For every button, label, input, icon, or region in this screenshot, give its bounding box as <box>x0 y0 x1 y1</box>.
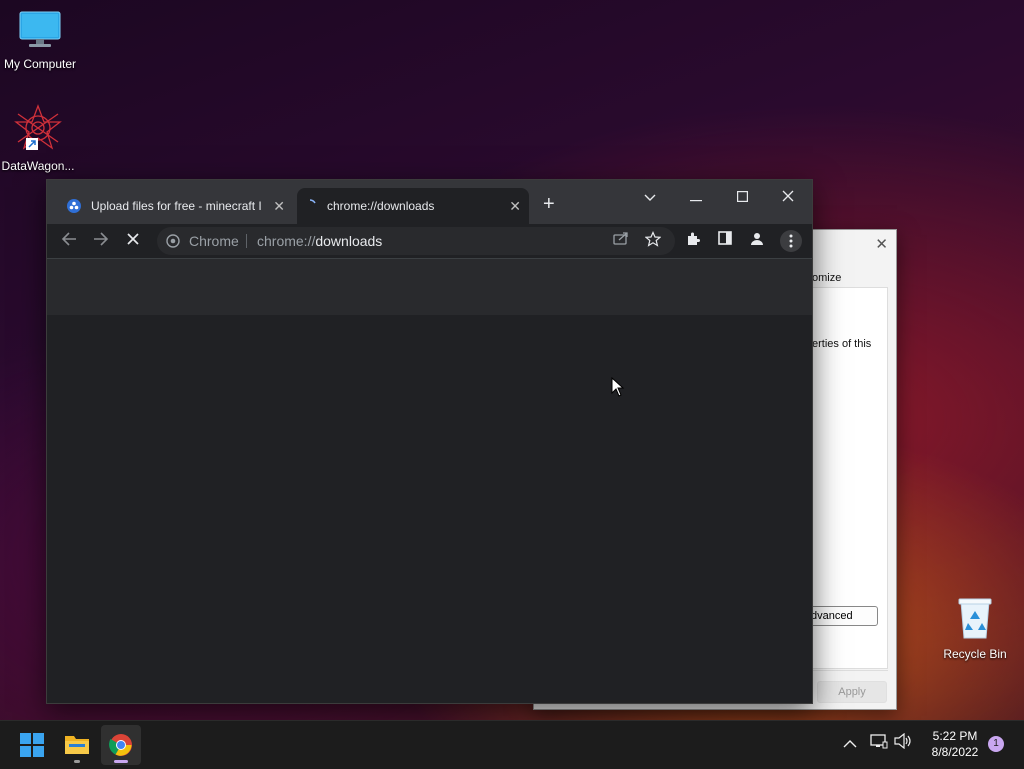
maximize-icon[interactable] <box>728 186 756 210</box>
address-divider <box>246 234 247 248</box>
datawagon-logo-icon <box>14 104 62 150</box>
chrome-icon <box>109 734 132 756</box>
browser-toolbar: Chrome chrome://downloads <box>47 224 812 258</box>
clock-time: 5:22 PM <box>932 729 978 743</box>
taskbar: 5:22 PM 8/8/2022 <box>0 720 1024 769</box>
chevron-up-icon[interactable] <box>843 721 857 769</box>
desktop-icon-label: Recycle Bin <box>943 647 1007 661</box>
tab-upload-files[interactable]: Upload files for free - minecraft I ✕ <box>61 188 293 224</box>
apply-button[interactable]: Apply <box>817 681 887 703</box>
clock-date: 8/8/2022 <box>931 745 979 759</box>
running-indicator <box>74 760 80 763</box>
dialog-divider <box>804 670 888 671</box>
upload-site-favicon <box>67 199 81 213</box>
back-icon[interactable] <box>59 231 79 251</box>
volume-icon[interactable] <box>894 721 912 769</box>
mouse-cursor-icon <box>611 377 625 397</box>
tab-title: Upload files for free - minecraft I <box>91 199 262 213</box>
active-indicator <box>114 760 128 763</box>
tab-close-icon[interactable]: ✕ <box>509 188 521 224</box>
taskbar-chrome[interactable] <box>101 725 141 765</box>
taskbar-file-explorer[interactable] <box>57 725 97 765</box>
tab-downloads[interactable]: chrome://downloads ✕ <box>297 188 529 224</box>
url-host: downloads <box>315 233 383 249</box>
forward-icon[interactable] <box>91 231 111 251</box>
loading-spinner-icon <box>309 199 316 204</box>
desktop-icon-label: DataWagon... <box>1 159 75 173</box>
close-icon[interactable]: ✕ <box>875 235 888 253</box>
desktop-icon-label: My Computer <box>3 57 77 71</box>
url-scheme: chrome:// <box>257 233 316 249</box>
desktop-icon-my-computer[interactable]: My Computer <box>0 10 80 71</box>
start-button[interactable] <box>12 725 52 765</box>
windows-start-icon <box>20 733 44 757</box>
menu-icon[interactable] <box>780 230 802 252</box>
recycle-bin-icon <box>958 598 992 639</box>
profile-icon[interactable] <box>747 231 767 251</box>
folder-icon <box>65 736 89 754</box>
tab-search-icon[interactable] <box>636 186 664 210</box>
stop-icon[interactable] <box>123 231 143 251</box>
monitor-icon <box>19 11 61 47</box>
address-bar[interactable]: Chrome chrome://downloads <box>157 227 675 255</box>
advanced-button[interactable]: dvanced <box>806 606 878 626</box>
side-panel-icon[interactable] <box>715 231 735 251</box>
downloads-content <box>47 315 812 703</box>
notification-badge[interactable]: 1 <box>988 736 1004 752</box>
chrome-window: Upload files for free - minecraft I ✕ ch… <box>46 179 813 704</box>
address-chip: Chrome <box>189 233 239 249</box>
share-icon[interactable] <box>611 231 631 251</box>
network-icon[interactable] <box>870 721 888 769</box>
chrome-page-icon <box>166 234 180 248</box>
downloads-header <box>47 258 812 316</box>
desktop-icon-recycle-bin[interactable]: Recycle Bin <box>935 596 1015 661</box>
tab-strip: Upload files for free - minecraft I ✕ ch… <box>47 180 812 224</box>
extensions-icon[interactable] <box>683 231 703 251</box>
clock[interactable]: 5:22 PM 8/8/2022 <box>920 728 990 760</box>
dialog-tab-fragment[interactable]: omize <box>812 272 841 284</box>
star-icon[interactable] <box>643 231 663 251</box>
dialog-text-fragment: erties of this <box>812 338 872 350</box>
close-window-icon[interactable] <box>774 186 802 210</box>
desktop-icon-datawagon[interactable]: DataWagon... <box>0 104 78 173</box>
address-url[interactable]: chrome://downloads <box>257 227 382 255</box>
tab-title: chrome://downloads <box>327 199 435 213</box>
minimize-icon[interactable] <box>682 186 710 210</box>
new-tab-button[interactable]: + <box>543 194 555 214</box>
tab-close-icon[interactable]: ✕ <box>273 188 285 224</box>
